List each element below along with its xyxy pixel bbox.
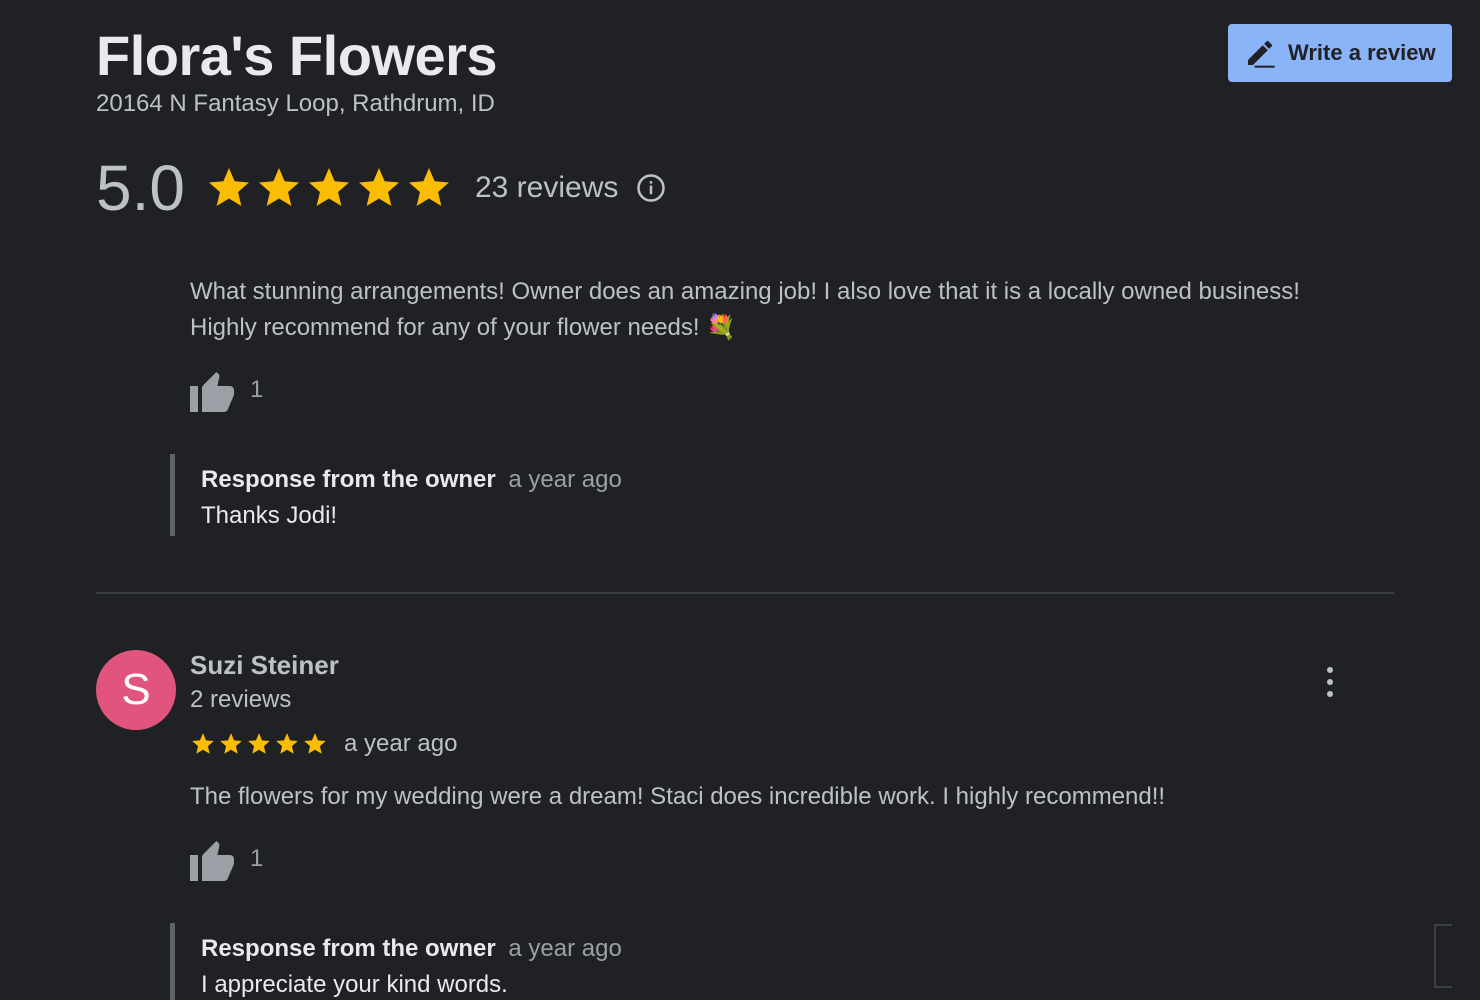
reviewer-review-count: 2 reviews xyxy=(190,686,292,713)
like-count: 1 xyxy=(250,845,264,872)
pencil-icon xyxy=(1248,40,1275,68)
average-stars xyxy=(205,164,453,212)
star-icon xyxy=(208,168,249,206)
write-review-label: Write a review xyxy=(1288,40,1436,65)
star-icon xyxy=(258,168,299,206)
response-text: Thanks Jodi! xyxy=(201,502,338,529)
owner-response: Response from the owner a year ago Thank… xyxy=(170,454,1070,536)
average-rating: 5.0 xyxy=(96,152,185,224)
review-divider xyxy=(96,592,1394,594)
reviewer-name[interactable]: Suzi Steiner xyxy=(190,648,339,682)
more-options-icon[interactable] xyxy=(1316,664,1344,700)
star-icon xyxy=(276,733,298,754)
business-name: Flora's Flowers xyxy=(96,24,498,87)
star-icon xyxy=(304,733,326,754)
star-icon xyxy=(308,168,349,206)
review-text: The flowers for my wedding were a dream!… xyxy=(190,783,1166,810)
like-button[interactable]: 1 xyxy=(190,368,263,412)
write-review-button[interactable]: Write a review xyxy=(1228,24,1452,82)
business-address: 20164 N Fantasy Loop, Rathdrum, ID xyxy=(96,90,495,117)
star-icon xyxy=(192,733,214,754)
like-button[interactable]: 1 xyxy=(190,837,263,881)
response-label: Response from the owner xyxy=(201,935,496,962)
thumbs-up-icon xyxy=(190,841,234,881)
rating-summary: 5.0 23 reviews xyxy=(96,150,666,226)
star-icon xyxy=(248,733,270,754)
total-review-count[interactable]: 23 reviews xyxy=(475,171,618,205)
star-icon xyxy=(408,168,449,206)
response-time: a year ago xyxy=(508,466,622,493)
response-label: Response from the owner xyxy=(201,466,496,493)
owner-response: Response from the owner a year ago I app… xyxy=(170,923,1070,1000)
star-icon xyxy=(358,168,399,206)
avatar[interactable]: S xyxy=(96,650,176,730)
review-text-line: Highly recommend for any of your flower … xyxy=(190,314,737,341)
review-text: What stunning arrangements! Owner does a… xyxy=(190,274,1410,346)
review-rating-row: a year ago xyxy=(190,730,457,758)
review-time: a year ago xyxy=(344,730,458,757)
reviews-page: Flora's Flowers 20164 N Fantasy Loop, Ra… xyxy=(0,0,1480,1000)
star-icon xyxy=(220,733,242,754)
review-stars xyxy=(190,731,328,757)
review-text-line: What stunning arrangements! Owner does a… xyxy=(190,278,1300,305)
scrollbar[interactable] xyxy=(1434,924,1452,988)
response-time: a year ago xyxy=(508,935,622,962)
info-icon[interactable] xyxy=(636,173,666,203)
like-count: 1 xyxy=(250,376,264,403)
thumbs-up-icon xyxy=(190,372,234,412)
response-text: I appreciate your kind words. xyxy=(201,971,508,998)
